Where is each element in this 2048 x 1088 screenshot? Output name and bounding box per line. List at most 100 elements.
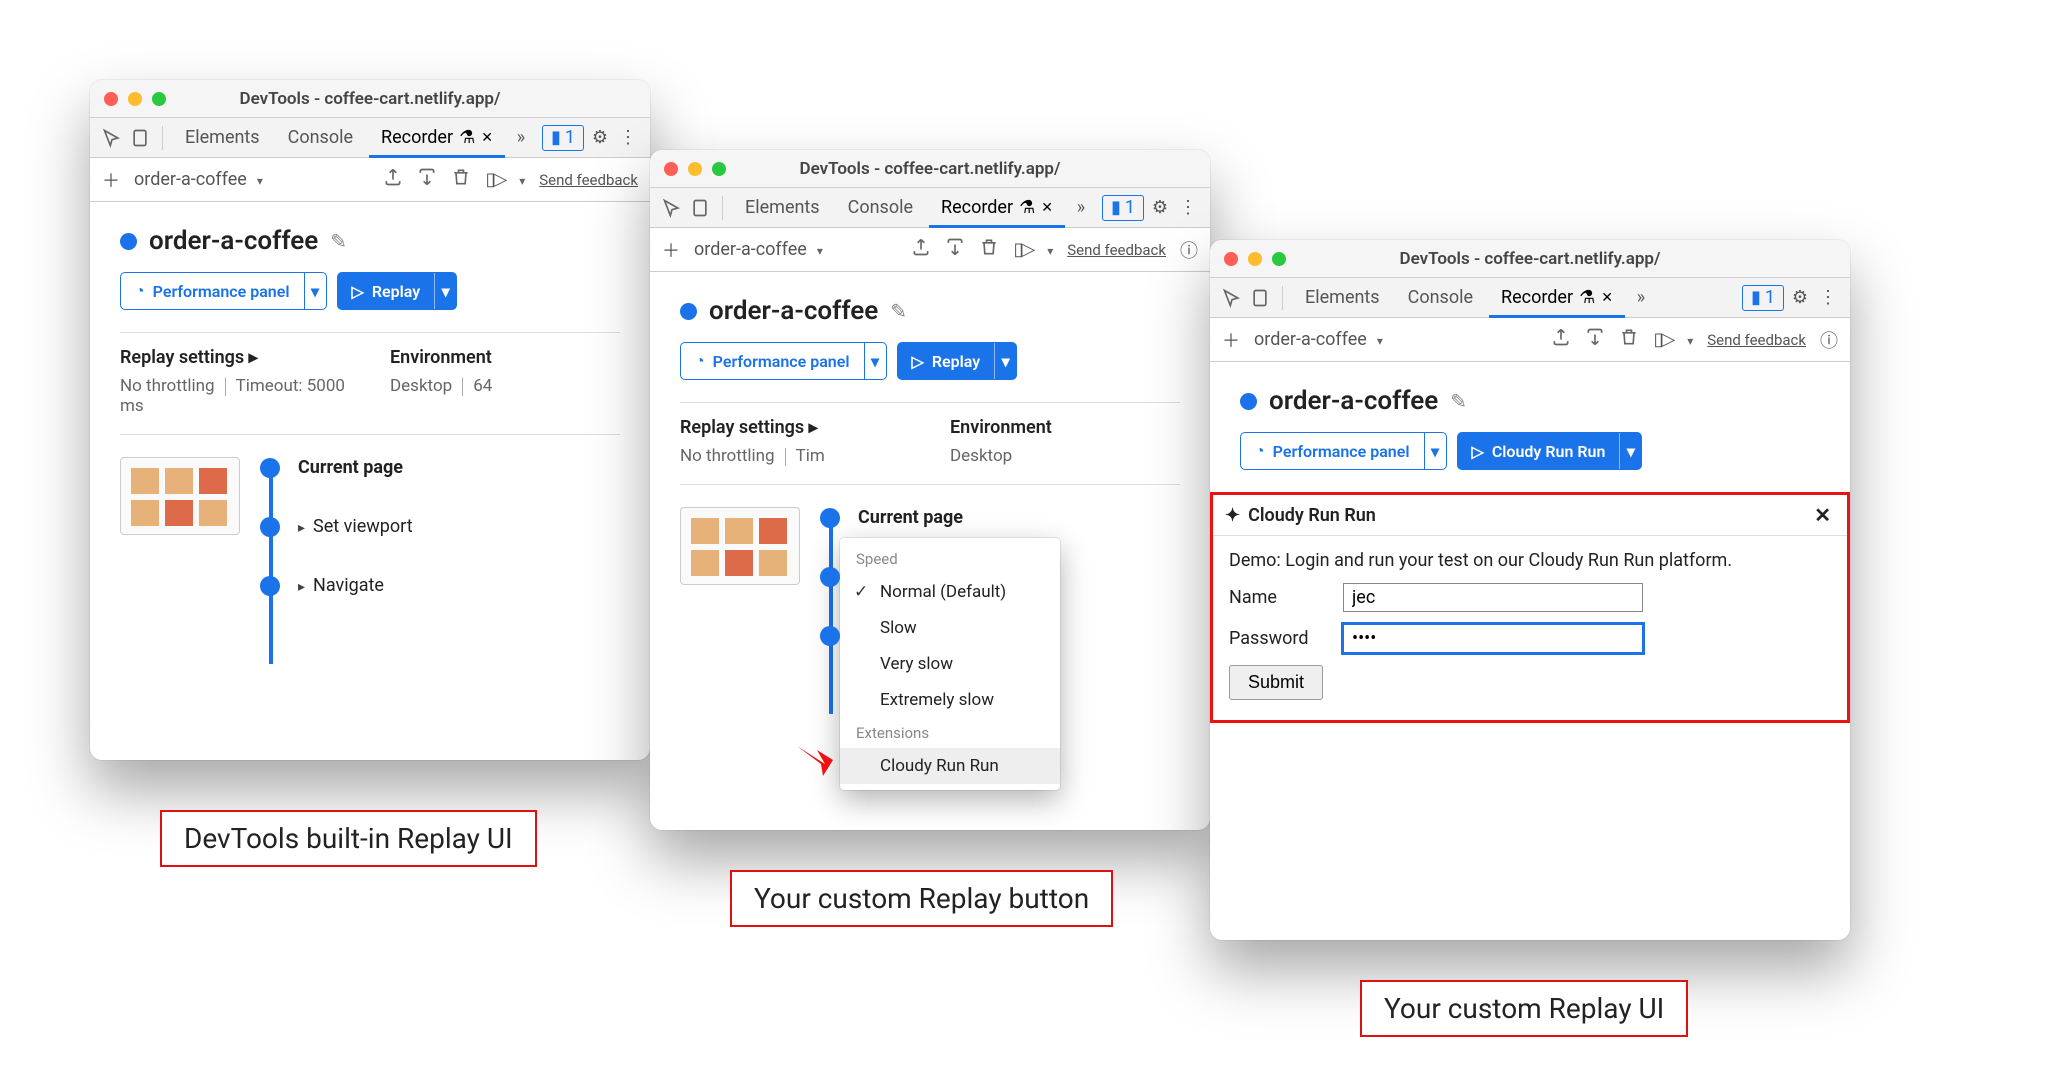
settings-icon[interactable]: ⚙ [588, 126, 612, 150]
step-menu-icon[interactable] [1047, 239, 1053, 260]
menu-item-cloudy-run-run[interactable]: Cloudy Run Run [840, 748, 1060, 784]
import-icon[interactable] [945, 237, 965, 262]
tab-console[interactable]: Console [1396, 278, 1485, 318]
step-menu-icon[interactable] [1687, 329, 1693, 350]
more-tabs-icon[interactable]: » [1069, 196, 1093, 220]
tab-console[interactable]: Console [276, 118, 365, 158]
menu-item-extremely-slow[interactable]: Extremely slow [840, 682, 1060, 718]
more-tabs-icon[interactable]: » [1629, 286, 1653, 310]
menu-section-speed: Speed [840, 544, 1060, 574]
chevron-down-icon[interactable]: ▾ [304, 273, 326, 309]
recording-selector[interactable]: order-a-coffee [694, 239, 897, 260]
submit-button[interactable]: Submit [1229, 665, 1323, 700]
close-panel-icon[interactable]: ✕ [1810, 503, 1835, 527]
help-icon[interactable]: ⓘ [1820, 327, 1838, 353]
send-feedback-link[interactable]: Send feedback [539, 171, 638, 189]
chevron-down-icon[interactable]: ▾ [1424, 433, 1446, 469]
minimize-icon[interactable] [1248, 252, 1262, 266]
new-recording-icon[interactable]: ＋ [102, 167, 120, 193]
chevron-down-icon[interactable]: ▾ [994, 343, 1016, 379]
kebab-icon[interactable]: ⋮ [1176, 196, 1200, 220]
menu-item-normal[interactable]: Normal (Default) [840, 574, 1060, 610]
close-icon[interactable] [1224, 252, 1238, 266]
tab-recorder[interactable]: Recorder ⚗ ✕ [929, 188, 1065, 228]
tab-elements[interactable]: Elements [733, 188, 832, 228]
import-icon[interactable] [1585, 327, 1605, 352]
edit-name-icon[interactable]: ✎ [890, 299, 907, 323]
inspect-icon[interactable] [660, 196, 684, 220]
tab-recorder[interactable]: Recorder ⚗ ✕ [1489, 278, 1625, 318]
replay-button[interactable]: ▷Replay ▾ [897, 342, 1018, 380]
send-feedback-link[interactable]: Send feedback [1067, 241, 1166, 259]
export-icon[interactable] [1551, 327, 1571, 352]
play-icon: ▷ [352, 282, 364, 301]
step-navigate[interactable]: Navigate [260, 575, 413, 596]
cloudy-run-run-button[interactable]: ▷Cloudy Run Run ▾ [1457, 432, 1643, 470]
send-feedback-link[interactable]: Send feedback [1707, 331, 1806, 349]
password-input[interactable] [1343, 624, 1643, 653]
settings-icon[interactable]: ⚙ [1788, 286, 1812, 310]
replay-settings-header[interactable]: Replay settings ▸ [120, 347, 350, 368]
tab-console[interactable]: Console [836, 188, 925, 228]
device-icon[interactable] [688, 196, 712, 220]
tab-recorder[interactable]: Recorder ⚗ ✕ [369, 118, 505, 158]
titlebar[interactable]: DevTools - coffee-cart.netlify.app/ [650, 150, 1210, 188]
replay-settings-values: No throttlingTimeout: 5000 ms [120, 376, 350, 416]
chevron-down-icon[interactable]: ▾ [1619, 433, 1641, 469]
step-current-page[interactable]: Current page [260, 457, 413, 478]
step-icon[interactable]: ▯▷ [485, 169, 505, 190]
export-icon[interactable] [383, 167, 403, 192]
name-input[interactable] [1343, 583, 1643, 612]
new-recording-icon[interactable]: ＋ [662, 237, 680, 263]
help-icon[interactable]: ⓘ [1180, 237, 1198, 263]
performance-panel-button[interactable]: ◔ Performance panel ▾ [120, 272, 327, 310]
inspect-icon[interactable] [100, 126, 124, 150]
maximize-icon[interactable] [1272, 252, 1286, 266]
titlebar[interactable]: DevTools - coffee-cart.netlify.app/ [90, 80, 650, 118]
tab-elements[interactable]: Elements [1293, 278, 1392, 318]
devtools-tabstrip: Elements Console Recorder ⚗ ✕ » ▮1 ⚙ ⋮ [90, 118, 650, 158]
maximize-icon[interactable] [712, 162, 726, 176]
kebab-icon[interactable]: ⋮ [616, 126, 640, 150]
maximize-icon[interactable] [152, 92, 166, 106]
recording-selector[interactable]: order-a-coffee [1254, 329, 1537, 350]
chevron-down-icon[interactable]: ▾ [434, 273, 456, 309]
import-icon[interactable] [417, 167, 437, 192]
delete-icon[interactable] [1619, 327, 1639, 352]
replay-button[interactable]: ▷ Replay ▾ [337, 272, 458, 310]
performance-panel-button[interactable]: ◔Performance panel ▾ [680, 342, 887, 380]
inspect-icon[interactable] [1220, 286, 1244, 310]
kebab-icon[interactable]: ⋮ [1816, 286, 1840, 310]
issues-button[interactable]: ▮ 1 [1742, 285, 1784, 311]
export-icon[interactable] [911, 237, 931, 262]
tab-close-icon[interactable]: ✕ [481, 130, 493, 146]
device-icon[interactable] [1248, 286, 1272, 310]
issues-button[interactable]: ▮1 [542, 125, 584, 151]
performance-panel-button[interactable]: ◔Performance panel ▾ [1240, 432, 1447, 470]
minimize-icon[interactable] [128, 92, 142, 106]
close-icon[interactable] [104, 92, 118, 106]
device-icon[interactable] [128, 126, 152, 150]
delete-icon[interactable] [979, 237, 999, 262]
menu-item-slow[interactable]: Slow [840, 610, 1060, 646]
step-menu-icon[interactable] [519, 169, 525, 190]
step-icon[interactable]: ▯▷ [1653, 329, 1673, 350]
titlebar[interactable]: DevTools - coffee-cart.netlify.app/ [1210, 240, 1850, 278]
chevron-down-icon[interactable]: ▾ [864, 343, 886, 379]
password-label: Password [1229, 628, 1329, 649]
environment-header: Environment [390, 347, 620, 368]
delete-icon[interactable] [451, 167, 471, 192]
step-set-viewport[interactable]: Set viewport [260, 516, 413, 537]
settings-icon[interactable]: ⚙ [1148, 196, 1172, 220]
close-icon[interactable] [664, 162, 678, 176]
minimize-icon[interactable] [688, 162, 702, 176]
tab-elements[interactable]: Elements [173, 118, 272, 158]
recording-selector[interactable]: order-a-coffee [134, 169, 369, 190]
step-icon[interactable]: ▯▷ [1013, 239, 1033, 260]
more-tabs-icon[interactable]: » [509, 126, 533, 150]
edit-name-icon[interactable]: ✎ [330, 229, 347, 253]
menu-item-very-slow[interactable]: Very slow [840, 646, 1060, 682]
edit-name-icon[interactable]: ✎ [1450, 389, 1467, 413]
new-recording-icon[interactable]: ＋ [1222, 327, 1240, 353]
issues-button[interactable]: ▮ 1 [1102, 195, 1144, 221]
